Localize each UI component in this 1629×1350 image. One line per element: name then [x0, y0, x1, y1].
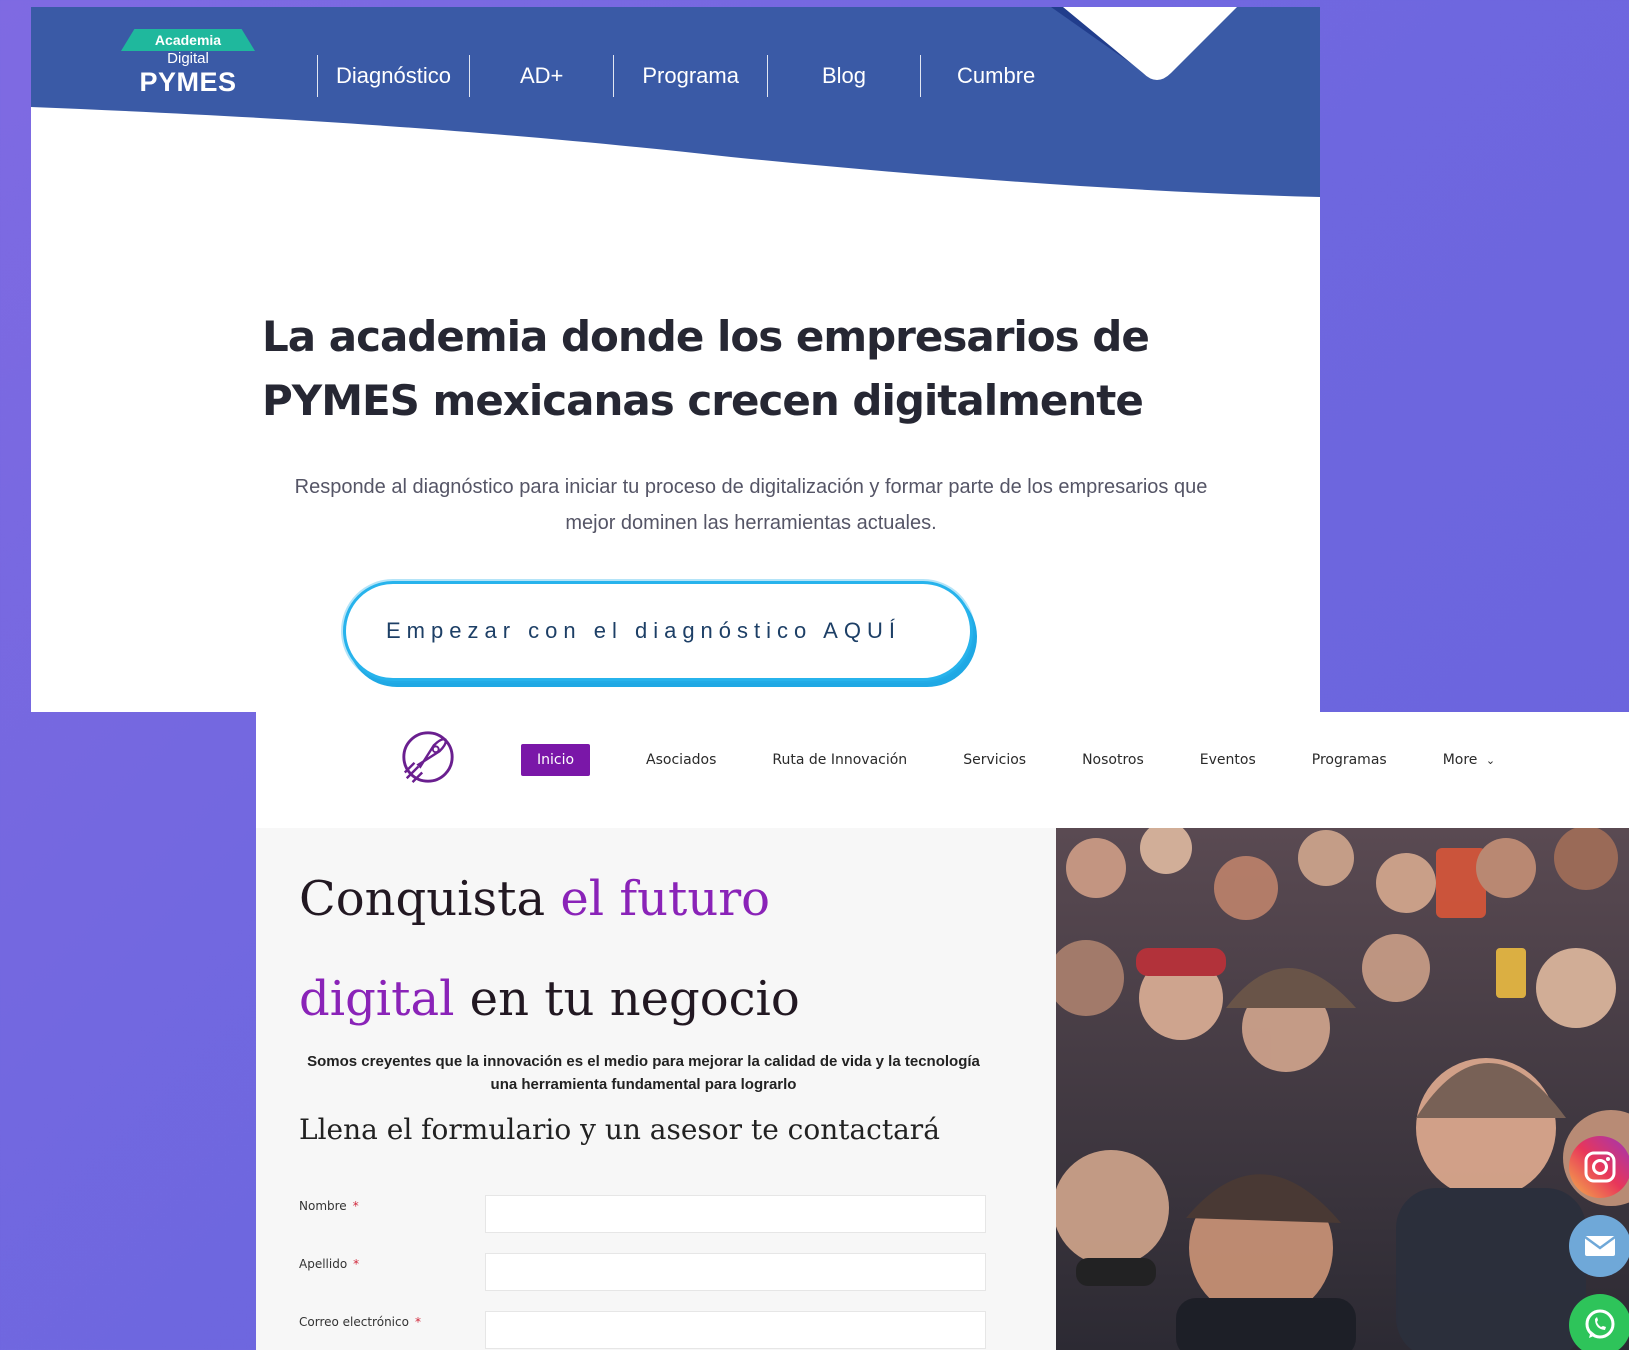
nav-nosotros[interactable]: Nosotros — [1082, 752, 1144, 768]
logo-pymes-text: PYMES — [139, 67, 237, 97]
nav-ruta-innovacion[interactable]: Ruta de Innovación — [772, 752, 907, 768]
logo-tab-text: Academia — [121, 29, 255, 51]
whatsapp-icon — [1585, 1309, 1615, 1339]
title-part1: Conquista — [299, 871, 561, 927]
title-part2: en tu negocio — [454, 971, 800, 1027]
email-field[interactable] — [485, 1311, 986, 1349]
rocket-logo-icon[interactable] — [399, 728, 457, 786]
nav-blog[interactable]: Blog — [766, 55, 920, 97]
logo-digital-text: Digital — [167, 50, 209, 67]
required-mark: * — [353, 1257, 360, 1271]
nav-programa[interactable]: Programa — [613, 55, 767, 97]
innovacion-header: Inicio Asociados Ruta de Innovación Serv… — [256, 712, 1629, 828]
mail-button[interactable] — [1569, 1215, 1629, 1277]
apellido-label-text: Apellido — [299, 1257, 348, 1271]
nav-ad-plus[interactable]: AD+ — [468, 55, 613, 97]
nav-eventos[interactable]: Eventos — [1200, 752, 1256, 768]
instagram-icon — [1584, 1151, 1616, 1183]
academia-headline: La academia donde los empresarios de PYM… — [262, 312, 1150, 425]
email-label: Correo electrónico * — [299, 1315, 421, 1329]
nav-asociados[interactable]: Asociados — [646, 752, 716, 768]
nombre-label: Nombre * — [299, 1199, 359, 1213]
nombre-field[interactable] — [485, 1195, 986, 1233]
academia-screenshot: Academia Digital PYMES Diagnóstico AD+ P… — [31, 7, 1320, 712]
decorative-corner-shape — [1051, 7, 1237, 80]
nav-more-dropdown[interactable]: More ⌄ — [1443, 752, 1495, 768]
innovacion-screenshot: Inicio Asociados Ruta de Innovación Serv… — [256, 712, 1629, 1350]
crowd-photo — [1056, 828, 1629, 1350]
form-title: Llena el formulario y un asesor te conta… — [299, 1113, 940, 1146]
start-diagnostic-button[interactable]: Empezar con el diagnóstico AQUÍ — [343, 581, 973, 681]
chevron-down-icon: ⌄ — [1485, 754, 1496, 767]
title-accent2: digital — [299, 971, 455, 1027]
nombre-label-text: Nombre — [299, 1199, 347, 1213]
innovacion-nav: Inicio Asociados Ruta de Innovación Serv… — [521, 744, 1551, 776]
apellido-label: Apellido * — [299, 1257, 359, 1271]
nav-more-label: More — [1442, 752, 1478, 768]
academia-logo[interactable]: Academia Digital PYMES — [121, 29, 255, 99]
innovacion-lead: Somos creyentes que la innovación es el … — [307, 1053, 980, 1093]
required-mark: * — [414, 1315, 421, 1329]
crowd-image — [1056, 828, 1629, 1350]
nav-servicios[interactable]: Servicios — [963, 752, 1026, 768]
nav-inicio[interactable]: Inicio — [521, 744, 591, 776]
instagram-button[interactable] — [1569, 1136, 1629, 1198]
nav-cumbre[interactable]: Cumbre — [920, 55, 1071, 97]
academia-subtext: Responde al diagnóstico para iniciar tu … — [294, 476, 1208, 534]
innovacion-title: Conquista el futuro digital en tu negoci… — [299, 849, 1039, 1049]
whatsapp-button[interactable] — [1569, 1294, 1629, 1350]
title-accent1: el futuro — [560, 871, 771, 927]
nav-programas[interactable]: Programas — [1312, 752, 1387, 768]
mail-icon — [1584, 1235, 1616, 1256]
email-label-text: Correo electrónico — [299, 1315, 409, 1329]
academia-nav: Diagnóstico AD+ Programa Blog Cumbre — [317, 55, 1071, 97]
apellido-field[interactable] — [485, 1253, 986, 1291]
required-mark: * — [352, 1199, 359, 1213]
nav-diagnostico[interactable]: Diagnóstico — [317, 55, 469, 97]
